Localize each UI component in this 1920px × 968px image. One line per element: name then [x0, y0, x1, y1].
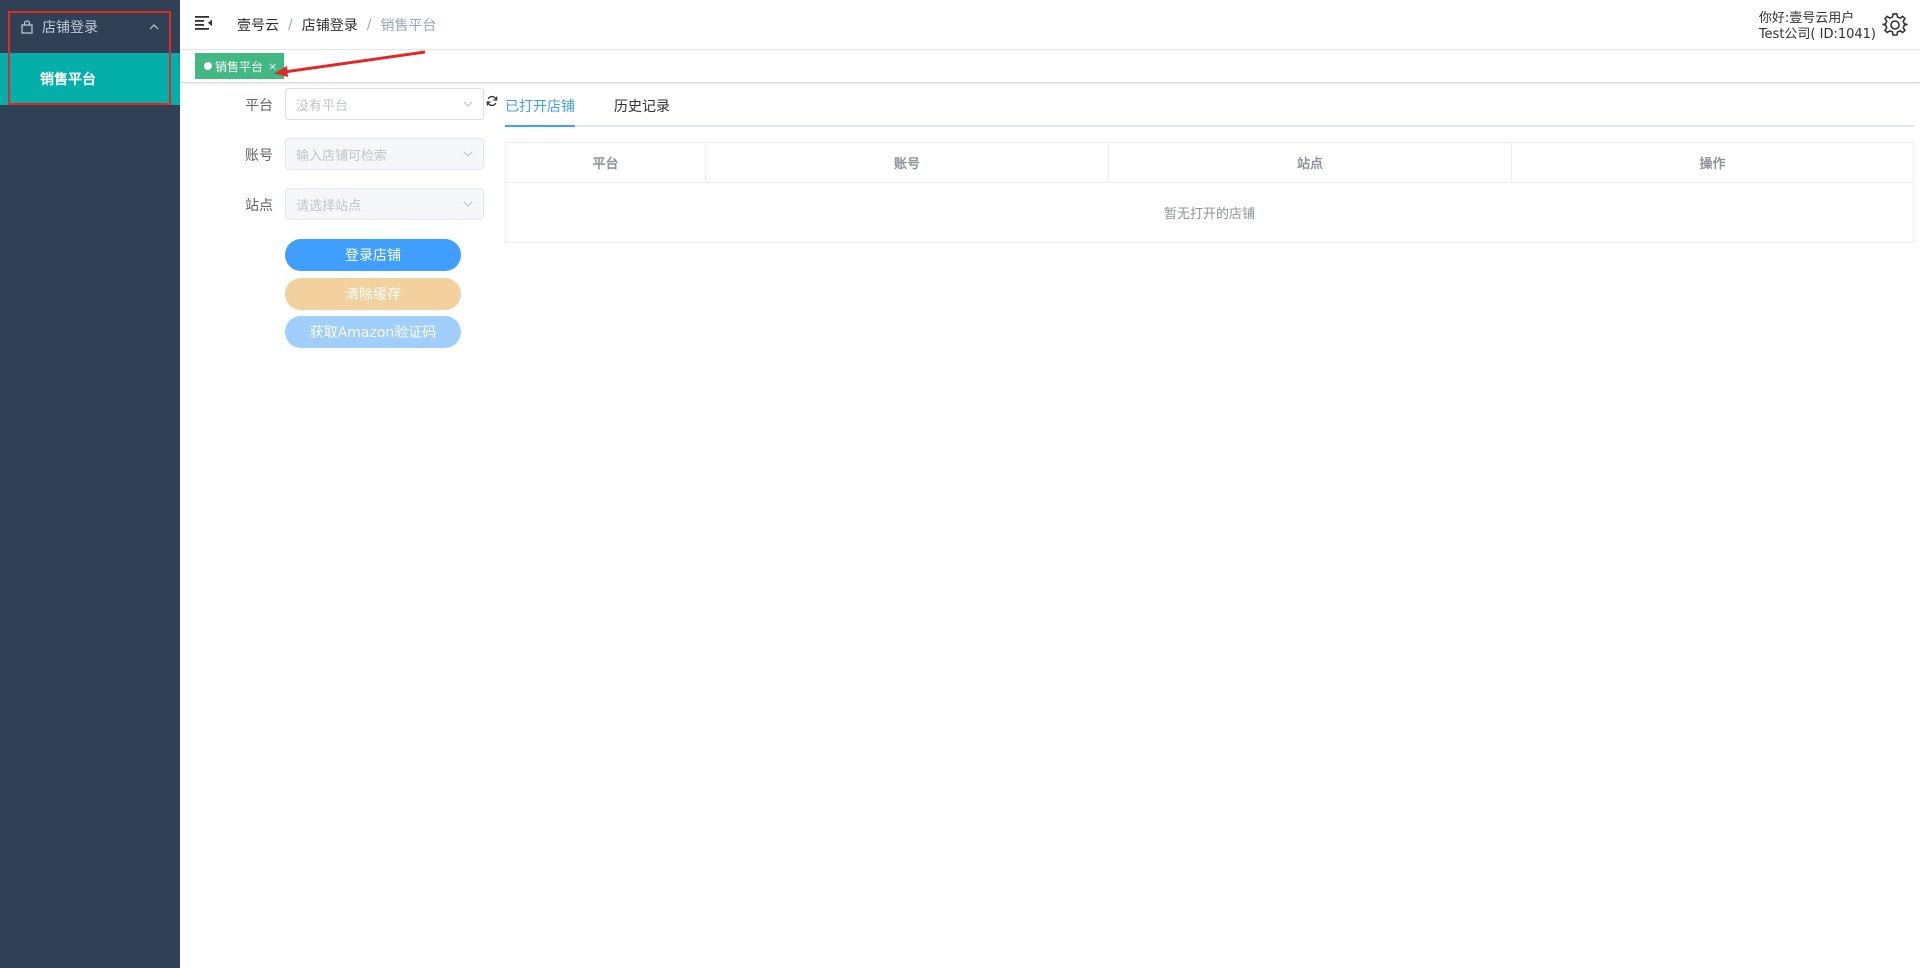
- get-amazon-code-button[interactable]: 获取Amazon验证码: [285, 316, 461, 348]
- tag-label: 销售平台: [215, 59, 264, 74]
- sidebar-item-sales-platform[interactable]: 销售平台: [0, 53, 180, 105]
- close-icon[interactable]: ×: [268, 61, 277, 72]
- user-company: Test公司( ID:1041): [1758, 27, 1876, 42]
- clear-cache-button[interactable]: 清除缓存: [285, 278, 461, 310]
- platform-select[interactable]: 没有平台: [285, 88, 484, 120]
- column-header-action: 操作: [1699, 157, 1726, 172]
- table-header: 平台 账号 站点 操作: [506, 143, 1913, 183]
- site-select[interactable]: 请选择站点: [285, 188, 484, 220]
- platform-select-placeholder: 没有平台: [296, 98, 349, 114]
- breadcrumb-separator: /: [366, 17, 372, 33]
- account-select[interactable]: 输入店铺可检索: [285, 138, 484, 170]
- tags-view: 销售平台 ×: [180, 51, 1920, 83]
- hamburger-icon[interactable]: [195, 15, 213, 31]
- account-label: 账号: [245, 148, 273, 164]
- breadcrumb-item-current: 销售平台: [380, 18, 437, 34]
- sidebar-group-label: 店铺登录: [42, 19, 98, 36]
- breadcrumb-item-store-login[interactable]: 店铺登录: [302, 15, 358, 35]
- table-empty-text: 暂无打开的店铺: [1163, 207, 1255, 222]
- navbar: 壹号云 / 店铺登录 / 销售平台 你好:壹号云用户 Test公司( ID:10…: [180, 0, 1920, 50]
- breadcrumb: 壹号云 / 店铺登录 / 销售平台: [237, 15, 436, 35]
- breadcrumb-item-home[interactable]: 壹号云: [237, 15, 279, 35]
- gear-icon[interactable]: [1882, 12, 1908, 38]
- bag-icon: [21, 19, 33, 34]
- account-select-placeholder: 输入店铺可检索: [296, 148, 388, 164]
- site-select-placeholder: 请选择站点: [296, 198, 362, 214]
- column-header-site: 站点: [1109, 143, 1512, 182]
- chevron-up-icon: [149, 23, 159, 29]
- tag-dot: [204, 62, 212, 70]
- site-label: 站点: [245, 198, 273, 214]
- column-header-account: 账号: [706, 143, 1109, 182]
- tab-history[interactable]: 历史记录: [614, 95, 670, 125]
- chevron-down-icon: [463, 201, 473, 207]
- user-greeting: 你好:壹号云用户: [1758, 11, 1855, 26]
- chevron-down-icon: [463, 151, 473, 157]
- column-header-platform: 平台: [506, 143, 706, 182]
- stores-table: 平台 账号 站点 操作 暂无打开的店铺: [505, 142, 1914, 243]
- chevron-down-icon: [463, 101, 473, 107]
- breadcrumb-separator: /: [288, 17, 293, 33]
- refresh-icon[interactable]: [486, 95, 498, 107]
- user-info: 你好:壹号云用户 Test公司( ID:1041): [1759, 11, 1876, 43]
- tabs: 已打开店铺 历史记录: [505, 95, 1914, 127]
- tag-sales-platform[interactable]: 销售平台 ×: [195, 53, 285, 79]
- sidebar: 店铺登录 销售平台: [0, 0, 180, 968]
- sidebar-group-store-login[interactable]: 店铺登录: [0, 0, 180, 53]
- platform-label: 平台: [245, 98, 273, 114]
- tab-opened-stores[interactable]: 已打开店铺: [505, 95, 575, 127]
- login-store-button[interactable]: 登录店铺: [285, 239, 461, 271]
- sidebar-item-label: 销售平台: [40, 72, 96, 88]
